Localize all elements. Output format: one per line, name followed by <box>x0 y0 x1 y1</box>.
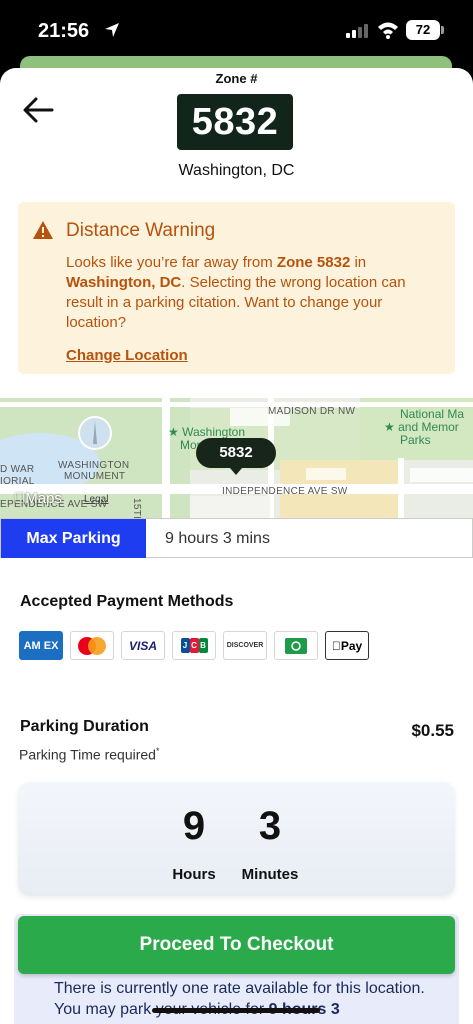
hours-value[interactable]: 9 <box>164 804 224 849</box>
warning-text: Looks like you’re far away from Zone 583… <box>66 254 406 331</box>
battery-indicator: 72 <box>406 20 440 40</box>
distance-warning: Distance Warning Looks like you’re far a… <box>18 202 455 374</box>
max-parking-label: Max Parking <box>1 519 146 558</box>
warning-title: Distance Warning <box>66 220 216 241</box>
zone-map-pin[interactable]: 5832 <box>196 438 276 475</box>
map-label-monument-a: WASHINGTON <box>58 460 130 471</box>
monument-marker-icon[interactable] <box>78 416 112 452</box>
maps-legal-link[interactable]: Legal <box>84 494 108 505</box>
payment-methods-row: AM EX VISA JCB DISCOVER Pay <box>19 631 369 660</box>
map-street-madison: MADISON DR NW <box>268 406 356 417</box>
status-time: 21:56 <box>38 20 90 42</box>
hours-label: Hours <box>172 866 216 883</box>
max-parking-bar: Max Parking 9 hours 3 mins <box>0 518 473 558</box>
proceed-to-checkout-button[interactable]: Proceed To Checkout <box>18 916 455 974</box>
max-parking-value: 9 hours 3 mins <box>165 530 270 547</box>
map-street-15th: 15TH <box>131 498 142 518</box>
map-label-war-a: D WAR <box>0 464 35 475</box>
wifi-icon <box>378 22 398 39</box>
map-view[interactable]: MADISON DR NW INDEPENDENCE AVE SW WASHIN… <box>0 398 473 518</box>
warning-triangle-icon <box>33 221 53 239</box>
cash-payment-icon <box>274 631 318 660</box>
discover-card-icon: DISCOVER <box>223 631 267 660</box>
back-arrow-icon[interactable] <box>22 96 54 124</box>
zone-number: 5832 <box>177 94 293 150</box>
zone-detail-sheet: Zone # 5832 Washington, DC Distance Warn… <box>0 68 473 1024</box>
location-arrow-icon <box>105 23 119 37</box>
mastercard-icon <box>70 631 114 660</box>
cellular-signal-icon <box>346 22 368 38</box>
map-label-war-b: IORIAL <box>0 476 35 487</box>
map-poi-national-mall[interactable]: National Ma ★ and Memor Parks <box>384 408 464 447</box>
home-indicator <box>152 1008 320 1013</box>
map-label-monument-b: MONUMENT <box>64 471 126 482</box>
change-location-link[interactable]: Change Location <box>66 347 188 364</box>
minutes-value[interactable]: 3 <box>240 804 300 849</box>
duration-picker[interactable]: 9 Hours 3 Minutes <box>18 782 455 896</box>
visa-card-icon: VISA <box>121 631 165 660</box>
battery-tip <box>441 26 444 34</box>
poi-star-icon: ★ <box>384 420 399 434</box>
parking-duration-title: Parking Duration <box>20 718 149 735</box>
minutes-label: Minutes <box>241 866 299 883</box>
payment-methods-title: Accepted Payment Methods <box>20 593 234 610</box>
zone-city: Washington, DC <box>178 162 295 179</box>
poi-star-icon: ★ <box>168 425 183 439</box>
rate-info-text: There is currently one rate available fo… <box>54 980 425 1018</box>
parking-price: $0.55 <box>411 721 454 740</box>
amex-card-icon: AM EX <box>19 631 63 660</box>
jcb-card-icon: JCB <box>172 631 216 660</box>
status-bar: 21:56 72 <box>0 0 473 64</box>
zone-label: Zone # <box>215 71 258 86</box>
parking-time-required: Parking Time required* <box>19 746 160 763</box>
apple-pay-icon: Pay <box>325 631 369 660</box>
map-street-independence: INDEPENDENCE AVE SW <box>222 486 348 497</box>
apple-maps-logo: Maps <box>14 490 62 507</box>
